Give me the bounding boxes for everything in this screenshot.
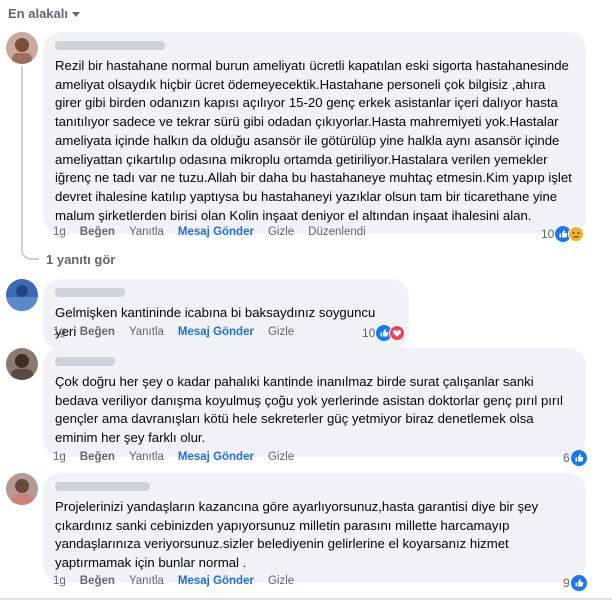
author-name-blurred[interactable] [55, 288, 125, 297]
edited-label: Düzenlendi [308, 226, 366, 238]
reactions-summary[interactable]: 9 [563, 575, 587, 591]
reply-button[interactable]: Yanıtla [129, 451, 164, 463]
reaction-count: 6 [563, 451, 570, 465]
author-name-blurred[interactable] [55, 482, 150, 491]
like-reaction-icon [570, 575, 587, 591]
comment-bubble: Gelmişken kantininde icabına bi baksaydı… [43, 279, 409, 351]
comment-time[interactable]: 1g [53, 575, 66, 587]
chevron-down-icon [71, 12, 80, 17]
like-button[interactable]: Beğen [80, 326, 115, 338]
comment-time[interactable]: 1g [53, 226, 66, 238]
like-button[interactable]: Beğen [80, 226, 115, 238]
send-message-button[interactable]: Mesaj Gönder [178, 226, 254, 238]
send-message-button[interactable]: Mesaj Gönder [178, 326, 254, 338]
reply-button[interactable]: Yanıtla [129, 326, 164, 338]
comment-bubble: Çok doğru her şey o kadar pahalıki kanti… [43, 348, 586, 457]
comment-time[interactable]: 1g [53, 451, 66, 463]
comment-text: Çok doğru her şey o kadar pahalıki kanti… [55, 374, 563, 446]
like-button[interactable]: Beğen [80, 451, 115, 463]
view-replies-link[interactable]: 1 yanıtı gör [46, 252, 115, 267]
sort-dropdown[interactable]: En alakalı [8, 6, 80, 21]
reactions-summary[interactable]: 10 [362, 325, 406, 341]
comment-text: Rezil bir hastahane normal burun ameliya… [55, 58, 572, 223]
thread-curve [21, 242, 39, 260]
reaction-count: 10 [541, 227, 555, 241]
reply-button[interactable]: Yanıtla [129, 575, 164, 587]
love-reaction-icon [389, 325, 406, 341]
hide-button[interactable]: Gizle [268, 326, 294, 338]
reaction-count: 10 [362, 326, 376, 340]
send-message-button[interactable]: Mesaj Gönder [178, 575, 254, 587]
author-name-blurred[interactable] [55, 357, 115, 366]
comment-actions: 1g Beğen Yanıtla Mesaj Gönder Gizle [53, 575, 308, 587]
hide-button[interactable]: Gizle [268, 575, 294, 587]
avatar[interactable] [6, 32, 38, 64]
comment-actions: 1g Beğen Yanıtla Mesaj Gönder Gizle Düze… [53, 226, 380, 238]
reactions-summary[interactable]: 6 [563, 450, 587, 466]
reactions-summary[interactable]: 10 [541, 226, 585, 242]
like-button[interactable]: Beğen [80, 575, 115, 587]
avatar[interactable] [6, 279, 38, 311]
reaction-count: 9 [563, 576, 570, 590]
thread-line [21, 66, 23, 244]
send-message-button[interactable]: Mesaj Gönder [178, 451, 254, 463]
like-reaction-icon [570, 450, 587, 466]
comment-actions: 1g Beğen Yanıtla Mesaj Gönder Gizle [53, 451, 308, 463]
sad-reaction-icon [568, 226, 585, 242]
hide-button[interactable]: Gizle [268, 226, 294, 238]
author-name-blurred[interactable] [55, 41, 165, 50]
comment-actions: 1g Beğen Yanıtla Mesaj Gönder Gizle [53, 326, 308, 338]
hide-button[interactable]: Gizle [268, 451, 294, 463]
avatar[interactable] [6, 473, 38, 505]
comment-text: Projelerinizi yandaşların kazancına göre… [55, 499, 539, 571]
comment-bubble: Rezil bir hastahane normal burun ameliya… [43, 32, 586, 235]
comment-bubble: Projelerinizi yandaşların kazancına göre… [43, 473, 586, 582]
avatar[interactable] [6, 348, 38, 380]
comment-time[interactable]: 1g [53, 326, 66, 338]
reply-button[interactable]: Yanıtla [129, 226, 164, 238]
sort-label: En alakalı [8, 6, 68, 21]
